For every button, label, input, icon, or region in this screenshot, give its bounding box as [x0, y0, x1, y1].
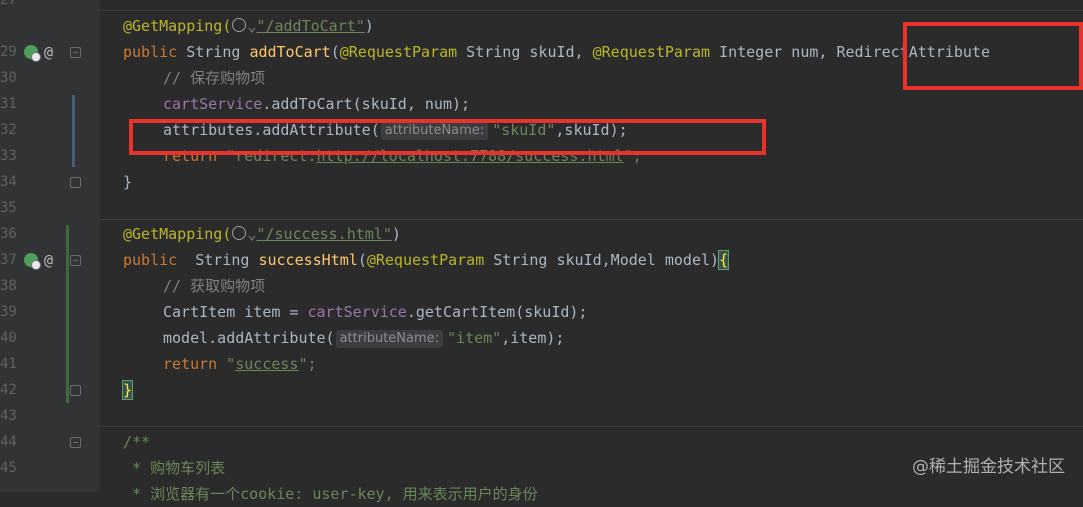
method-separator	[100, 10, 1083, 11]
code-line: // 保存购物项	[163, 69, 266, 87]
fold-end-icon[interactable]	[70, 385, 81, 396]
line-number: 27	[0, 0, 17, 8]
matched-brace: }	[121, 380, 134, 400]
line-number: 33	[0, 148, 17, 164]
vcs-change-marker[interactable]	[72, 95, 75, 167]
fold-collapse-icon[interactable]	[70, 255, 81, 266]
globe-icon[interactable]	[232, 18, 247, 32]
line-number: 32	[0, 122, 17, 138]
code-line: public String successHtml(@RequestParam …	[123, 250, 730, 270]
method-separator	[100, 426, 1083, 427]
line-number: 35	[0, 200, 17, 216]
line-number: 45	[0, 460, 17, 476]
line-number: 38	[0, 278, 17, 294]
globe-icon[interactable]	[232, 226, 247, 240]
run-endpoint-icon[interactable]	[24, 45, 41, 62]
code-line: @GetMapping(⌄"/addToCart")	[123, 17, 374, 35]
line-number: 43	[0, 408, 17, 424]
line-number: 39	[0, 304, 17, 320]
parameter-hint: attributeName:	[335, 330, 444, 348]
line-number: 37	[0, 252, 17, 268]
highlight-box-add-attribute	[129, 119, 766, 155]
run-endpoint-icon[interactable]	[24, 253, 41, 270]
code-line: /**	[123, 433, 151, 451]
code-line: * 浏览器有一个cookie: user-key, 用来表示用户的身份	[123, 485, 538, 503]
fold-collapse-icon[interactable]	[70, 47, 81, 58]
annotation-marker-icon[interactable]: @	[44, 39, 53, 65]
method-separator	[100, 219, 1083, 220]
code-line: model.addAttribute(attributeName: "item",…	[163, 329, 565, 348]
watermark: @稀土掘金技术社区	[912, 457, 1065, 477]
line-number: 30	[0, 70, 17, 86]
line-number: 36	[0, 226, 17, 242]
line-number: 42	[0, 382, 17, 398]
code-line: public String addToCart(@RequestParam St…	[123, 43, 990, 61]
line-number: 40	[0, 330, 17, 346]
code-line: return "success";	[163, 355, 317, 373]
code-line: cartService.addToCart(skuId, num);	[163, 95, 471, 113]
line-number: 31	[0, 96, 17, 112]
line-number: 44	[0, 434, 17, 450]
line-number: 34	[0, 174, 17, 190]
vcs-added-marker[interactable]	[66, 225, 69, 403]
fold-collapse-icon[interactable]	[70, 437, 81, 448]
code-line: @GetMapping(⌄"/success.html")	[123, 225, 401, 243]
code-line: }	[123, 173, 133, 191]
fold-end-icon[interactable]	[70, 177, 81, 188]
annotation-marker-icon[interactable]: @	[44, 247, 53, 273]
highlight-box-redirect-attributes	[903, 22, 1083, 90]
code-line: // 获取购物项	[163, 277, 266, 295]
line-number: 41	[0, 356, 17, 372]
code-line: }	[121, 377, 134, 403]
code-line: * 购物车列表	[123, 459, 226, 477]
matched-brace: {	[718, 250, 730, 270]
code-line: CartItem item = cartService.getCartItem(…	[163, 303, 588, 321]
line-number: 29	[0, 44, 17, 60]
